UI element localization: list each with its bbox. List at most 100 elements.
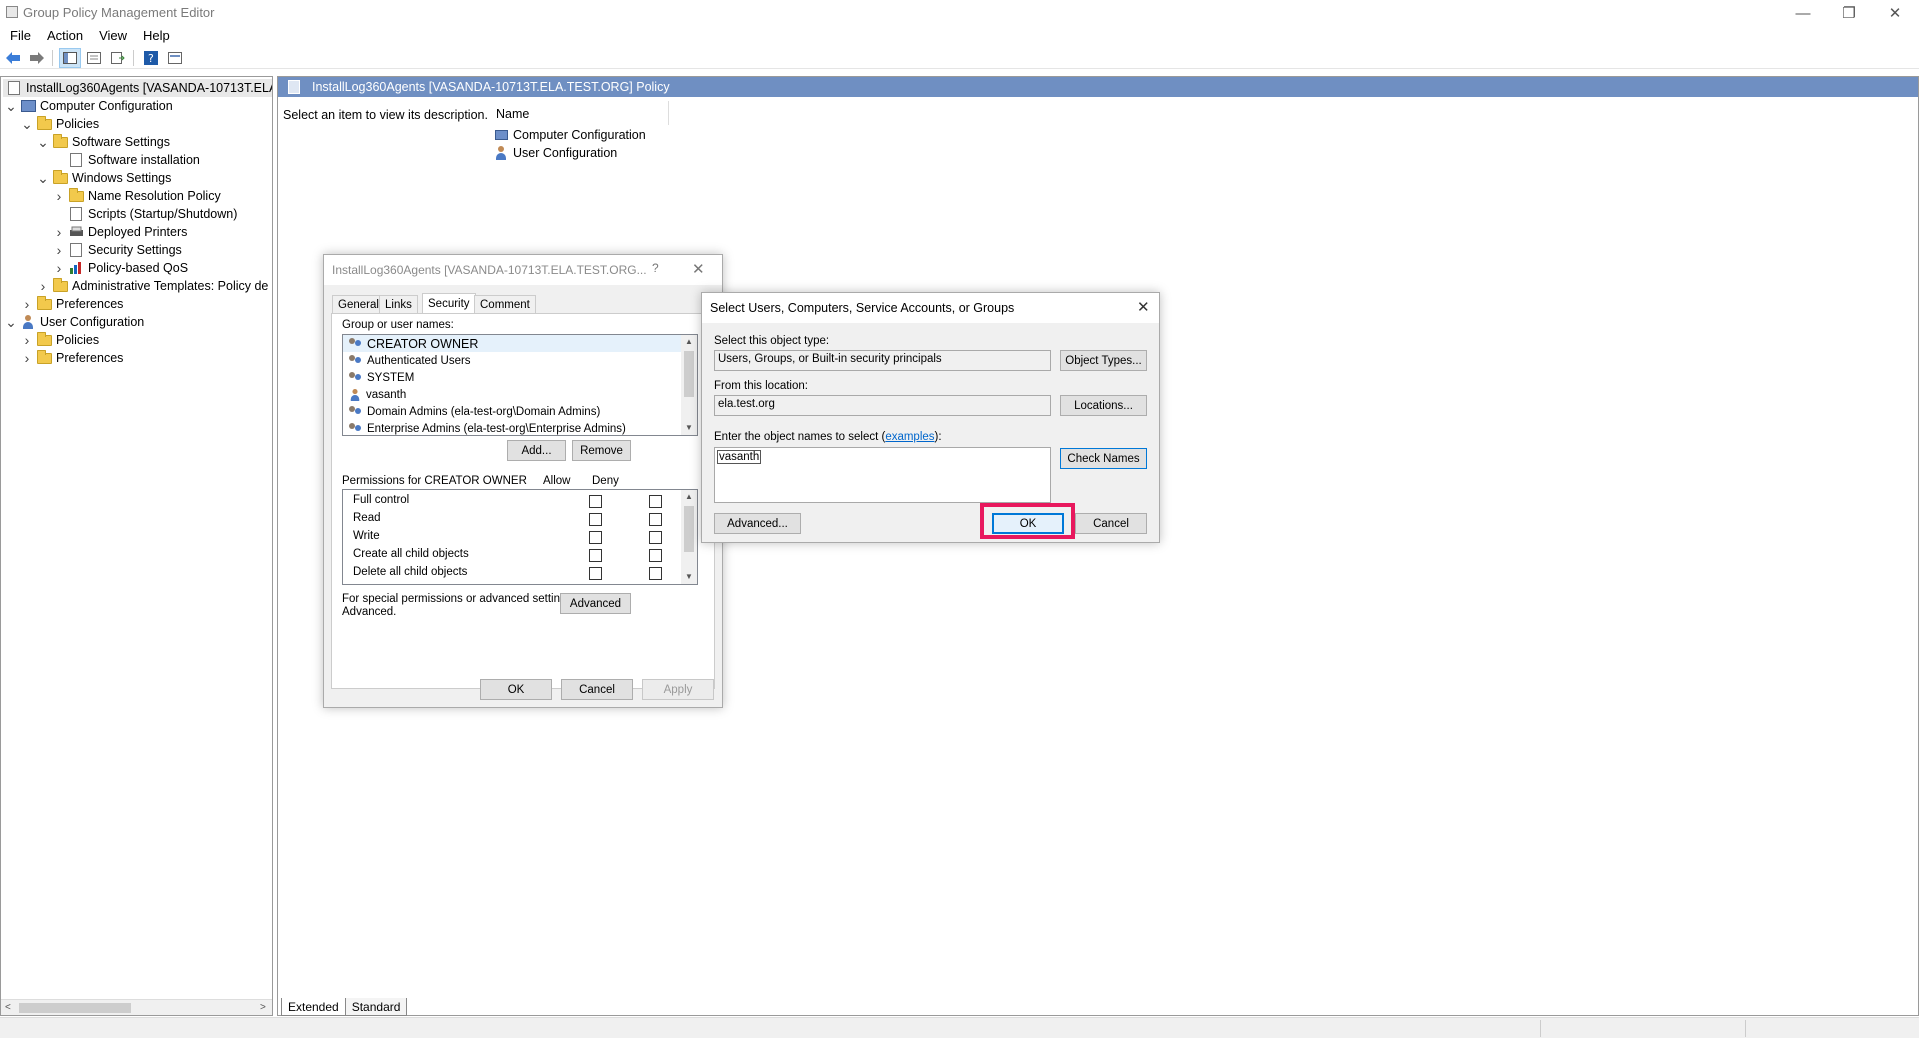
chevron-right-icon[interactable]: › (53, 242, 65, 258)
tree-item[interactable]: › Preferences (21, 295, 123, 313)
tab-standard[interactable]: Standard (344, 998, 408, 1016)
tree-item[interactable]: Software installation (53, 151, 200, 169)
minimize-button[interactable]: — (1780, 0, 1826, 26)
scroll-down-arrow[interactable]: ▼ (681, 570, 697, 584)
tab-links[interactable]: Links (379, 295, 418, 313)
ok-button[interactable]: OK (992, 513, 1064, 534)
console-tree-icon[interactable] (59, 47, 81, 68)
add-button[interactable]: Add... (507, 440, 566, 461)
menu-file[interactable]: File (0, 26, 39, 46)
tree-item[interactable]: › Policy-based QoS (53, 259, 188, 277)
user-list-item[interactable]: CREATOR OWNER (343, 335, 697, 352)
user-list-item[interactable]: vasanth (343, 386, 697, 403)
apply-button[interactable]: Apply (642, 679, 714, 700)
scrollbar-thumb[interactable] (684, 351, 694, 397)
chevron-right-icon[interactable]: › (37, 278, 49, 294)
scroll-left-arrow[interactable]: < (5, 1002, 11, 1013)
check-names-button[interactable]: Check Names (1060, 448, 1147, 469)
show-hide-icon[interactable] (164, 48, 186, 68)
ok-button[interactable]: OK (480, 679, 552, 700)
scroll-right-arrow[interactable]: > (260, 1002, 266, 1013)
scroll-up-arrow[interactable]: ▲ (681, 335, 697, 349)
deny-checkbox[interactable] (649, 549, 662, 562)
chevron-right-icon[interactable]: › (21, 332, 33, 348)
menu-view[interactable]: View (91, 26, 135, 46)
chevron-down-icon[interactable]: ⌄ (37, 170, 49, 187)
tab-extended[interactable]: Extended (281, 998, 346, 1016)
advanced-button[interactable]: Advanced (560, 593, 631, 614)
export-list-icon[interactable] (107, 48, 129, 68)
chevron-right-icon[interactable]: › (53, 188, 65, 204)
tree-item[interactable]: › Preferences (21, 349, 123, 367)
allow-checkbox[interactable] (589, 531, 602, 544)
user-list-scrollbar[interactable]: ▲ ▼ (681, 335, 697, 435)
examples-link[interactable]: examples (885, 431, 934, 443)
list-item-user-configuration[interactable]: User Configuration (493, 146, 617, 160)
close-button[interactable]: ✕ (1872, 0, 1918, 26)
allow-checkbox[interactable] (589, 567, 602, 580)
deny-checkbox[interactable] (649, 567, 662, 580)
help-button[interactable]: ? (652, 261, 659, 275)
scroll-down-arrow[interactable]: ▼ (681, 421, 697, 435)
chevron-down-icon[interactable]: ⌄ (37, 134, 49, 151)
restore-button[interactable]: ❐ (1826, 0, 1872, 26)
deny-checkbox[interactable] (649, 513, 662, 526)
user-list-item[interactable]: Enterprise Admins (ela-test-org\Enterpri… (343, 420, 697, 435)
tree-item[interactable]: › Security Settings (53, 241, 182, 259)
help-icon[interactable]: ? (140, 48, 162, 68)
tab-comment[interactable]: Comment (474, 295, 536, 313)
cancel-button[interactable]: Cancel (1075, 513, 1147, 534)
tab-general[interactable]: General (332, 295, 385, 313)
chevron-down-icon[interactable]: ⌄ (5, 314, 17, 331)
menu-help[interactable]: Help (135, 26, 178, 46)
tree-item[interactable]: › Policies (21, 331, 99, 349)
allow-checkbox[interactable] (589, 549, 602, 562)
cancel-button[interactable]: Cancel (561, 679, 633, 700)
forward-arrow-icon[interactable] (26, 48, 48, 68)
scroll-up-arrow[interactable]: ▲ (681, 490, 697, 504)
user-list-item[interactable]: Domain Admins (ela-test-org\Domain Admin… (343, 403, 697, 420)
tree-item[interactable]: Scripts (Startup/Shutdown) (53, 205, 237, 223)
name-column-header[interactable]: Name (496, 107, 529, 121)
scrollbar-thumb[interactable] (19, 1003, 131, 1013)
tree-item[interactable]: › Administrative Templates: Policy de (37, 277, 268, 295)
menu-action[interactable]: Action (39, 26, 91, 46)
tree-item[interactable]: ⌄ Computer Configuration (5, 97, 173, 115)
back-arrow-icon[interactable] (2, 48, 24, 68)
tree-item[interactable]: › Deployed Printers (53, 223, 188, 241)
scrollbar-thumb[interactable] (684, 506, 694, 552)
permissions-scrollbar[interactable]: ▲ ▼ (681, 490, 697, 584)
close-icon[interactable]: ✕ (692, 260, 705, 278)
chevron-down-icon[interactable]: ⌄ (21, 116, 33, 133)
locations-button[interactable]: Locations... (1060, 395, 1147, 416)
user-list-item[interactable]: SYSTEM (343, 369, 697, 386)
tree-root[interactable]: InstallLog360Agents [VASANDA-10713T.ELA.… (3, 79, 272, 97)
tree-item[interactable]: ⌄ Policies (21, 115, 99, 133)
tree-item[interactable]: › Name Resolution Policy (53, 187, 221, 205)
remove-button[interactable]: Remove (572, 440, 631, 461)
chevron-right-icon[interactable]: › (53, 224, 65, 240)
tree-item[interactable]: ⌄ User Configuration (5, 313, 144, 331)
tree-horizontal-scrollbar[interactable]: < > (1, 999, 272, 1015)
security-tab-body: Group or user names: CREATOR OWNER Authen… (331, 313, 715, 689)
chevron-down-icon[interactable]: ⌄ (5, 98, 17, 115)
chevron-right-icon[interactable]: › (53, 260, 65, 276)
user-list-item[interactable]: Authenticated Users (343, 352, 697, 369)
deny-checkbox[interactable] (649, 495, 662, 508)
folder-icon (36, 295, 52, 311)
allow-checkbox[interactable] (589, 513, 602, 526)
tree-item[interactable]: ⌄ Software Settings (37, 133, 170, 151)
tree-item[interactable]: ⌄ Windows Settings (37, 169, 171, 187)
tab-security[interactable]: Security (422, 293, 476, 313)
object-types-button[interactable]: Object Types... (1060, 350, 1147, 371)
close-icon[interactable]: ✕ (1137, 298, 1150, 316)
object-names-input[interactable]: vasanth (714, 447, 1051, 503)
list-item-computer-configuration[interactable]: Computer Configuration (493, 128, 646, 142)
properties-icon[interactable] (83, 48, 105, 68)
chevron-right-icon[interactable]: › (21, 350, 33, 366)
advanced-button[interactable]: Advanced... (714, 513, 801, 534)
allow-checkbox[interactable] (589, 495, 602, 508)
user-list[interactable]: CREATOR OWNER Authenticated Users SYSTEM va… (342, 334, 698, 436)
chevron-right-icon[interactable]: › (21, 296, 33, 312)
deny-checkbox[interactable] (649, 531, 662, 544)
